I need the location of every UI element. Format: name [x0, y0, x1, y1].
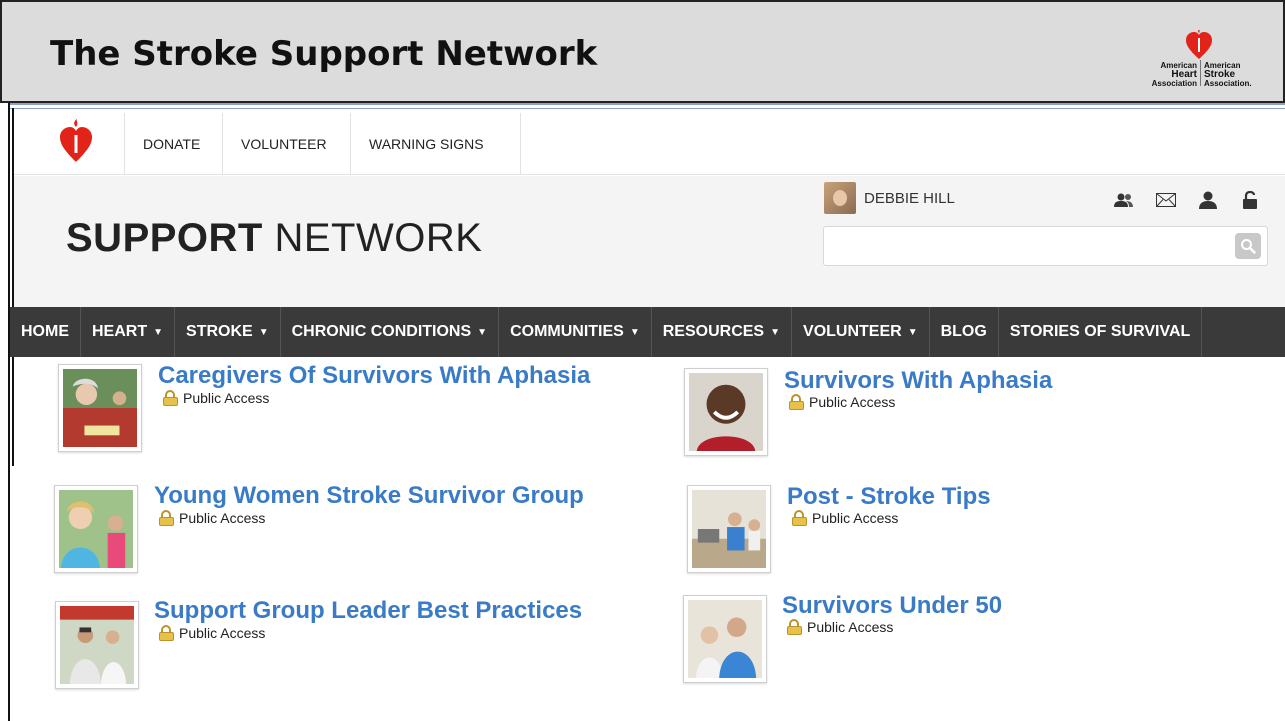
- support-network-logo[interactable]: SUPPORT NETWORK: [66, 216, 482, 261]
- slide-title: The Stroke Support Network: [50, 34, 598, 74]
- logo-divider: [1200, 60, 1201, 86]
- group-title-link[interactable]: Young Women Stroke Survivor Group: [154, 483, 584, 509]
- nav-resources[interactable]: RESOURCES ▼: [652, 307, 793, 357]
- nav-communities[interactable]: COMMUNITIES ▼: [499, 307, 652, 357]
- nav-heart[interactable]: HEART ▼: [81, 307, 176, 357]
- header-icons: [1114, 190, 1260, 210]
- slide-banner: The Stroke Support Network American Hear…: [0, 0, 1285, 103]
- lock-icon: [791, 510, 808, 526]
- nav-blog[interactable]: BLOG: [930, 307, 999, 357]
- search-icon: [1241, 239, 1256, 254]
- banner-rule-thin: [10, 108, 1285, 109]
- lock-icon: [162, 390, 179, 406]
- group-thumbnail[interactable]: [683, 595, 767, 683]
- asa-wordmark: American Stroke Association.: [1204, 61, 1252, 88]
- chevron-down-icon: ▼: [629, 326, 640, 338]
- nav-volunteer[interactable]: VOLUNTEER ▼: [792, 307, 930, 357]
- chevron-down-icon: ▼: [258, 326, 269, 338]
- nav-chronic-conditions[interactable]: CHRONIC CONDITIONS ▼: [281, 307, 500, 357]
- avatar: [824, 182, 856, 214]
- lock-icon: [158, 625, 175, 641]
- chevron-down-icon: ▼: [477, 326, 488, 338]
- lock-icon: [158, 510, 175, 526]
- aha-asa-logo: American Heart Association American Stro…: [1142, 26, 1262, 96]
- user-profile-link[interactable]: DEBBIE HILL: [824, 182, 955, 214]
- access-label: Public Access: [158, 510, 265, 526]
- access-label: Public Access: [788, 394, 895, 410]
- utility-divider: [520, 113, 521, 175]
- group-thumbnail[interactable]: [58, 364, 142, 452]
- profile-icon[interactable]: [1198, 190, 1218, 210]
- heart-torch-icon: [1186, 30, 1212, 59]
- group-title-link[interactable]: Caregivers Of Survivors With Aphasia: [158, 363, 590, 389]
- access-label: Public Access: [162, 390, 269, 406]
- utility-bar: DONATE VOLUNTEER WARNING SIGNS: [14, 113, 1285, 175]
- unlock-icon[interactable]: [1240, 190, 1260, 210]
- banner-rule: [10, 103, 1285, 105]
- heart-torch-icon[interactable]: [59, 119, 93, 163]
- nav-home[interactable]: HOME: [10, 307, 81, 357]
- nav-stories-of-survival[interactable]: STORIES OF SURVIVAL: [999, 307, 1203, 357]
- chevron-down-icon: ▼: [770, 326, 781, 338]
- aha-wordmark: American Heart Association: [1151, 61, 1197, 88]
- group-title-link[interactable]: Survivors Under 50: [782, 593, 1002, 619]
- mail-icon[interactable]: [1156, 190, 1176, 210]
- access-label: Public Access: [786, 619, 893, 635]
- chevron-down-icon: ▼: [907, 326, 918, 338]
- nav-volunteer-top[interactable]: VOLUNTEER: [222, 113, 345, 175]
- lock-icon: [786, 619, 803, 635]
- left-border: [8, 103, 10, 721]
- site-header: SUPPORT NETWORK DEBBIE HILL: [14, 176, 1285, 307]
- group-thumbnail[interactable]: [687, 485, 771, 573]
- access-label: Public Access: [158, 625, 265, 641]
- chevron-down-icon: ▼: [153, 326, 164, 338]
- nav-donate[interactable]: DONATE: [124, 113, 218, 175]
- search-input[interactable]: [823, 226, 1268, 266]
- group-thumbnail[interactable]: [54, 485, 138, 573]
- group-title-link[interactable]: Survivors With Aphasia: [784, 368, 1052, 394]
- main-nav: HOME HEART ▼ STROKE ▼ CHRONIC CONDITIONS ▼ COMM…: [10, 307, 1285, 357]
- nav-stroke[interactable]: STROKE ▼: [175, 307, 281, 357]
- search-button[interactable]: [1235, 233, 1261, 259]
- friends-icon[interactable]: [1114, 190, 1134, 210]
- user-name: DEBBIE HILL: [864, 189, 955, 207]
- lock-icon: [788, 394, 805, 410]
- group-thumbnail[interactable]: [55, 601, 139, 689]
- access-label: Public Access: [791, 510, 898, 526]
- group-thumbnail[interactable]: [684, 368, 768, 456]
- nav-warning-signs[interactable]: WARNING SIGNS: [350, 113, 502, 175]
- group-title-link[interactable]: Post - Stroke Tips: [787, 484, 991, 510]
- group-title-link[interactable]: Support Group Leader Best Practices: [154, 598, 582, 624]
